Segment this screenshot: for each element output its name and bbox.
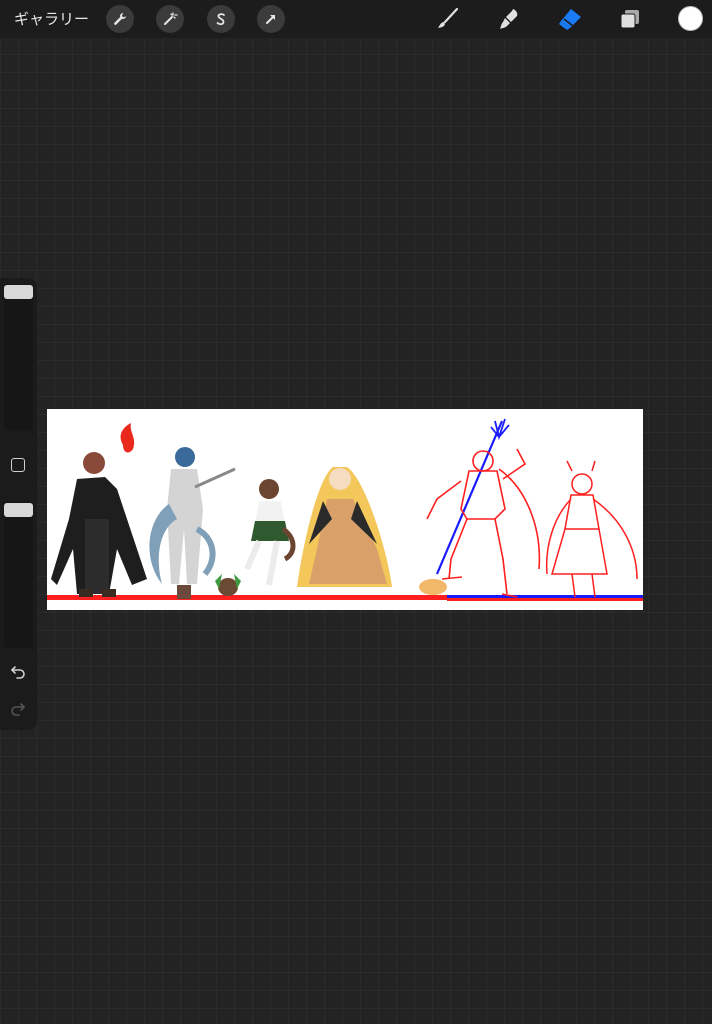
top-toolbar: ギャラリー bbox=[0, 0, 712, 38]
brush-size-slider[interactable] bbox=[4, 284, 33, 430]
brush-icon[interactable] bbox=[433, 4, 463, 34]
smudge-icon[interactable] bbox=[494, 4, 524, 34]
left-sidebar bbox=[0, 278, 37, 730]
character-lineup-artwork bbox=[47, 418, 643, 601]
selection-s-icon[interactable] bbox=[207, 5, 235, 33]
gallery-button[interactable]: ギャラリー bbox=[14, 9, 89, 29]
color-picker-button[interactable] bbox=[678, 6, 703, 31]
small-creature bbox=[215, 574, 241, 596]
modify-square-icon[interactable] bbox=[11, 458, 25, 472]
character-4 bbox=[297, 467, 447, 595]
character-5 bbox=[426, 418, 541, 598]
wrench-icon[interactable] bbox=[106, 5, 134, 33]
character-6 bbox=[545, 460, 638, 598]
transform-arrow-icon[interactable] bbox=[257, 5, 285, 33]
character-1 bbox=[51, 423, 147, 597]
brush-size-slider-thumb[interactable] bbox=[4, 285, 33, 299]
opacity-slider-thumb[interactable] bbox=[4, 503, 33, 517]
eraser-icon[interactable] bbox=[555, 4, 585, 34]
redo-icon[interactable] bbox=[8, 698, 28, 718]
magic-wand-icon[interactable] bbox=[156, 5, 184, 33]
opacity-slider[interactable] bbox=[4, 502, 33, 648]
layers-icon[interactable] bbox=[615, 4, 645, 34]
character-3 bbox=[244, 479, 296, 586]
undo-icon[interactable] bbox=[8, 661, 28, 681]
artwork-canvas[interactable] bbox=[47, 409, 643, 610]
character-2 bbox=[149, 447, 236, 599]
